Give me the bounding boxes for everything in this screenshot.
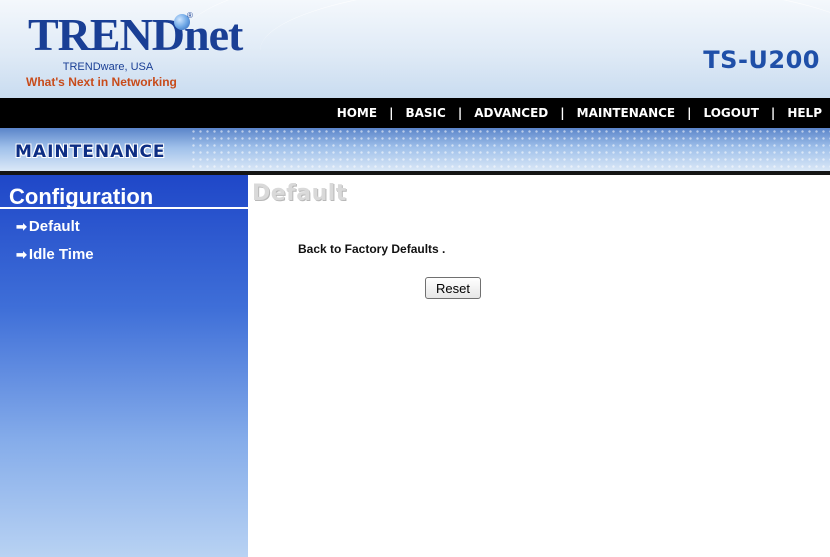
nav-help[interactable]: HELP	[787, 106, 822, 120]
sidebar-item-default[interactable]: ➡ Default	[16, 218, 80, 235]
sidebar-item-idle-time[interactable]: ➡ Idle Time	[16, 246, 94, 263]
section-title: MAINTENANCE	[15, 142, 166, 162]
registered-mark: ®	[187, 11, 193, 20]
section-banner: MAINTENANCE	[0, 128, 830, 171]
brand-tagline: What's Next in Networking	[26, 75, 177, 89]
nav-maintenance[interactable]: MAINTENANCE	[577, 106, 676, 120]
nav-links: HOME | BASIC | ADVANCED | MAINTENANCE | …	[337, 98, 822, 128]
sidebar: Configuration ➡ Default ➡ Idle Time	[0, 175, 248, 557]
nav-logout[interactable]: LOGOUT	[704, 106, 759, 120]
brand-subtitle: TRENDware, USA	[62, 61, 154, 73]
page-title: Default	[252, 181, 347, 206]
section-pattern	[190, 128, 830, 171]
brand-logo: TRENDnet	[28, 9, 243, 60]
reset-button[interactable]: Reset	[425, 277, 481, 299]
nav-separator: |	[389, 106, 394, 120]
nav-home[interactable]: HOME	[337, 106, 377, 120]
nav-advanced[interactable]: ADVANCED	[474, 106, 548, 120]
nav-basic[interactable]: BASIC	[405, 106, 445, 120]
nav-separator: |	[457, 106, 463, 120]
sidebar-heading-underline	[0, 207, 248, 209]
nav-separator: |	[770, 106, 776, 120]
header-banner: TRENDnet ® TRENDware, USA What's Next in…	[0, 0, 830, 98]
factory-defaults-message: Back to Factory Defaults .	[298, 242, 446, 256]
nav-separator: |	[687, 106, 692, 120]
sidebar-item-label: Idle Time	[28, 246, 94, 263]
arrow-right-icon: ➡	[16, 246, 27, 262]
model-name: TS-U200	[703, 46, 820, 74]
arrow-right-icon: ➡	[16, 218, 27, 234]
nav-separator: |	[560, 106, 565, 120]
sidebar-item-label: Default	[28, 218, 80, 235]
top-navigation: HOME | BASIC | ADVANCED | MAINTENANCE | …	[0, 98, 830, 128]
